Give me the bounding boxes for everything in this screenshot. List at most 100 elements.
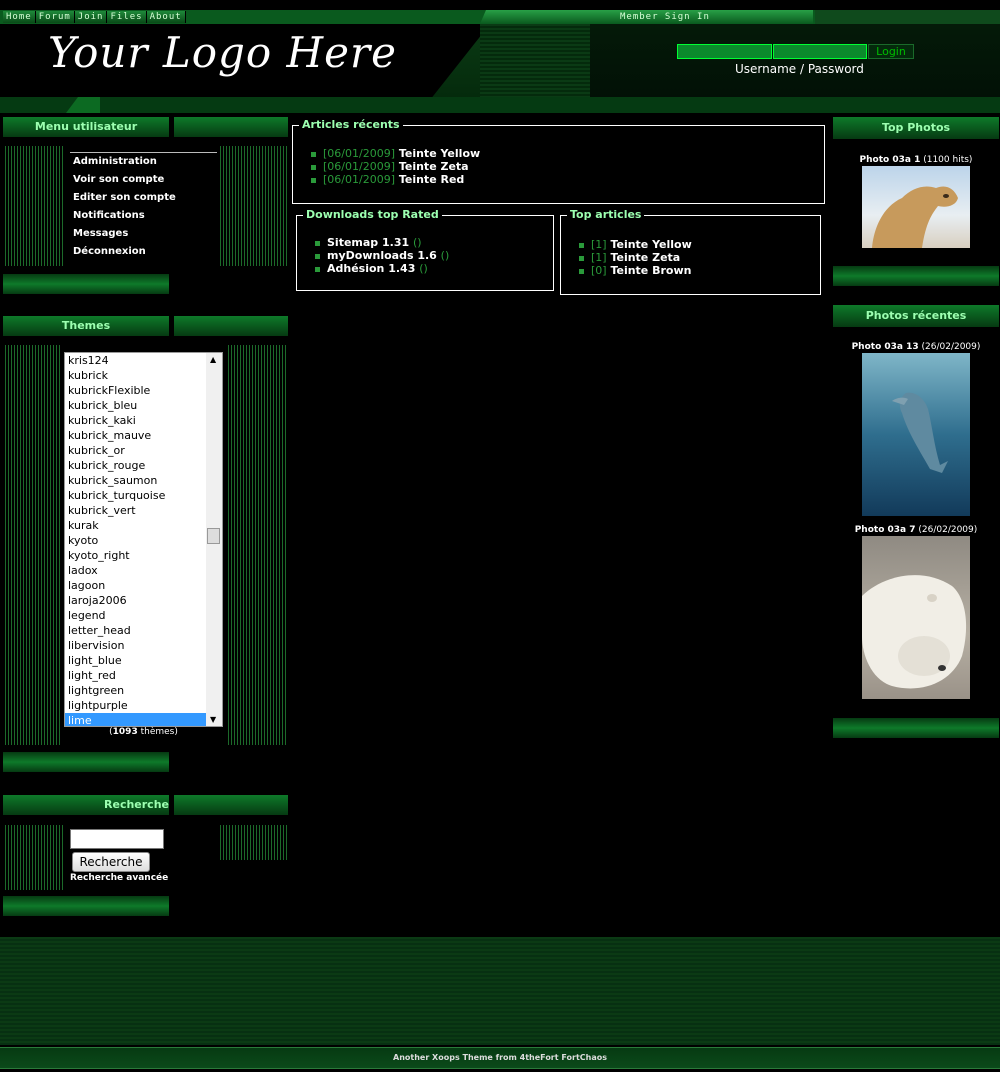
search-input[interactable] [70, 829, 164, 849]
camel-photo[interactable] [862, 166, 970, 248]
download-link[interactable]: Sitemap 1.31 [327, 236, 409, 249]
bullet-icon [311, 151, 316, 157]
login-button[interactable]: Login [868, 44, 914, 59]
polar-bear-photo[interactable] [862, 536, 970, 699]
downloads-top-title: Downloads top Rated [303, 208, 442, 222]
theme-option[interactable]: kyoto [65, 533, 206, 548]
menu-item-messages[interactable]: Messages [70, 225, 217, 243]
download-extra: () [440, 249, 450, 262]
theme-option[interactable]: kris124 [65, 353, 206, 368]
recent-photos-title: Photos récentes [865, 309, 967, 322]
bullet-icon [579, 242, 584, 248]
article-date: [06/01/2009] [323, 160, 395, 173]
theme-option[interactable]: kubrickFlexible [65, 383, 206, 398]
article-link[interactable]: Teinte Yellow [399, 147, 480, 160]
theme-option[interactable]: kubrick_vert [65, 503, 206, 518]
nav-files-link[interactable]: Files [107, 11, 147, 23]
nav-about-link[interactable]: About [146, 11, 186, 23]
article-link[interactable]: Teinte Zeta [610, 251, 680, 264]
block-stripes-decoration [220, 146, 287, 266]
theme-option[interactable]: kubrick_mauve [65, 428, 206, 443]
menu-item-administration[interactable]: Administration [70, 153, 217, 171]
article-link[interactable]: Teinte Zeta [399, 160, 469, 173]
list-item[interactable]: [06/01/2009] Teinte Yellow [311, 147, 480, 160]
article-link[interactable]: Teinte Red [399, 173, 464, 186]
list-item[interactable]: [06/01/2009] Teinte Red [311, 173, 480, 186]
theme-option[interactable]: libervision [65, 638, 206, 653]
scroll-up-icon[interactable]: ▲ [210, 355, 216, 364]
footer-decoration [0, 937, 1000, 1045]
theme-option[interactable]: lime [65, 713, 206, 726]
footer-bar: Another Xoops Theme from 4theFort FortCh… [0, 1047, 1000, 1069]
list-item[interactable]: Adhésion 1.43 () [315, 262, 449, 275]
theme-option[interactable]: lightgreen [65, 683, 206, 698]
themes-block-header: Themes [3, 316, 169, 336]
theme-option[interactable]: kubrick_saumon [65, 473, 206, 488]
list-item[interactable]: Sitemap 1.31 () [315, 236, 449, 249]
theme-option[interactable]: kubrick_bleu [65, 398, 206, 413]
theme-option[interactable]: letter_head [65, 623, 206, 638]
recent-articles-list: [06/01/2009] Teinte Yellow [06/01/2009] … [311, 147, 480, 186]
dolphin-photo[interactable] [862, 353, 970, 516]
recent-photos-block-footer [833, 716, 999, 738]
bullet-icon [579, 255, 584, 261]
theme-option[interactable]: laroja2006 [65, 593, 206, 608]
themes-count: (1093 thèmes) [64, 727, 223, 737]
theme-option[interactable]: lagoon [65, 578, 206, 593]
download-link[interactable]: Adhésion 1.43 [327, 262, 415, 275]
download-link[interactable]: myDownloads 1.6 [327, 249, 437, 262]
theme-option[interactable]: kurak [65, 518, 206, 533]
list-item[interactable]: myDownloads 1.6 () [315, 249, 449, 262]
bullet-icon [579, 268, 584, 274]
themes-title: Themes [61, 319, 111, 332]
username-input[interactable] [677, 44, 772, 59]
search-block-header: Recherche [3, 795, 169, 815]
theme-option[interactable]: light_red [65, 668, 206, 683]
menu-item-editer-compte[interactable]: Editer son compte [70, 189, 217, 207]
download-extra: () [419, 262, 428, 275]
menu-item-deconnexion[interactable]: Déconnexion [70, 243, 217, 261]
advanced-search-link[interactable]: Recherche avancée [70, 873, 168, 883]
themes-select-list[interactable]: kris124 kubrick kubrickFlexible kubrick_ble… [64, 352, 223, 727]
theme-option[interactable]: kubrick_kaki [65, 413, 206, 428]
nav-join-link[interactable]: Join [74, 11, 108, 23]
site-logo[interactable]: Your Logo Here [48, 28, 397, 77]
scroll-down-icon[interactable]: ▼ [210, 715, 216, 724]
search-button[interactable]: Recherche [72, 852, 150, 872]
dolphin-photo-image [892, 392, 948, 473]
nav-forum-link[interactable]: Forum [35, 11, 75, 23]
scrollbar-thumb[interactable] [207, 528, 220, 544]
list-item[interactable]: [1] Teinte Yellow [579, 238, 692, 251]
menu-item-notifications[interactable]: Notifications [70, 207, 217, 225]
menu-item-voir-compte[interactable]: Voir son compte [70, 171, 217, 189]
themes-scrollbar[interactable]: ▲ ▼ [206, 353, 222, 726]
theme-option[interactable]: kubrick_rouge [65, 458, 206, 473]
article-link[interactable]: Teinte Brown [610, 264, 691, 277]
recent-articles-title: Articles récents [299, 118, 403, 132]
theme-option[interactable]: kubrick_or [65, 443, 206, 458]
theme-option[interactable]: kyoto_right [65, 548, 206, 563]
article-link[interactable]: Teinte Yellow [610, 238, 691, 251]
user-menu-list: Administration Voir son compte Editer so… [70, 152, 217, 261]
theme-option[interactable]: kubrick_turquoise [65, 488, 206, 503]
theme-option[interactable]: light_blue [65, 653, 206, 668]
member-sign-in-label: Member Sign In [620, 12, 710, 22]
top-navigation-bar: Home Forum Join Files About Member Sign … [0, 10, 1000, 24]
user-menu-block-footer [3, 272, 169, 294]
nav-home-link[interactable]: Home [3, 11, 36, 23]
theme-option[interactable]: kubrick [65, 368, 206, 383]
header-notch-decoration [66, 97, 100, 113]
top-photos-block-header: Top Photos [833, 117, 999, 139]
list-item[interactable]: [1] Teinte Zeta [579, 251, 692, 264]
list-item[interactable]: [06/01/2009] Teinte Zeta [311, 160, 480, 173]
photo-name: Photo 03a 1 [859, 155, 921, 165]
password-input[interactable] [773, 44, 867, 59]
list-item[interactable]: [0] Teinte Brown [579, 264, 692, 277]
header-bottom-strip [0, 97, 1000, 113]
theme-option[interactable]: lightpurple [65, 698, 206, 713]
bullet-icon [315, 253, 320, 259]
themes-header-tab [174, 316, 288, 336]
theme-option[interactable]: legend [65, 608, 206, 623]
downloads-top-box: Downloads top Rated Sitemap 1.31 () myDo… [296, 208, 554, 291]
theme-option[interactable]: ladox [65, 563, 206, 578]
